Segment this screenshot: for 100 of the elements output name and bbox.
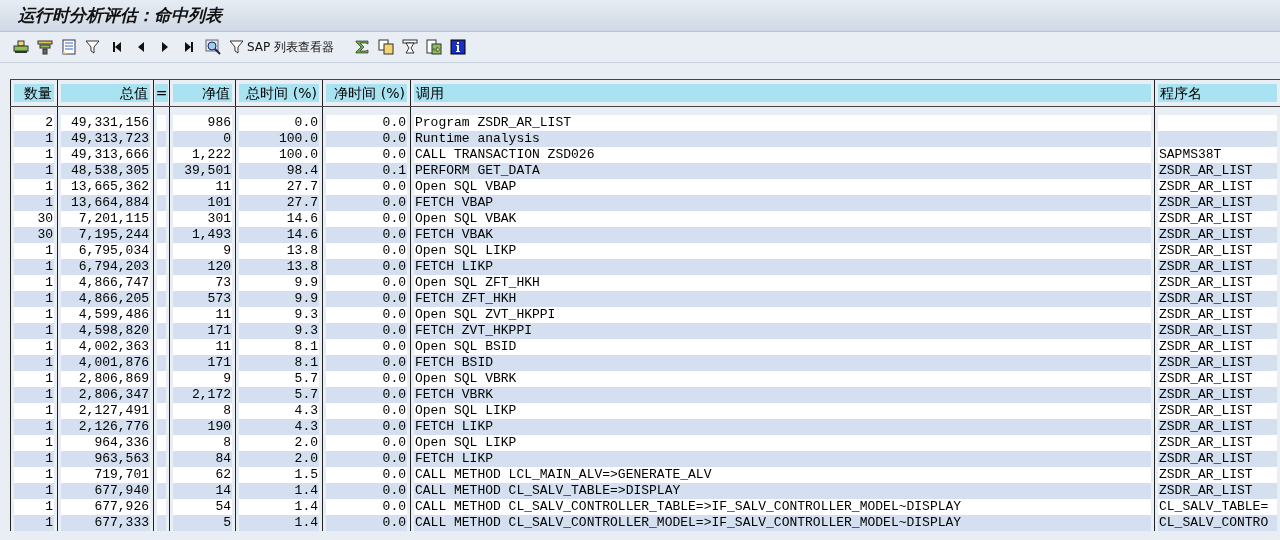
total-time-cell: 0.0 [239, 115, 319, 131]
export-icon[interactable] [425, 37, 444, 57]
program-cell: ZSDR_AR_LIST [1158, 163, 1277, 179]
net-value-cell: 573 [173, 291, 232, 307]
net-time-cell: 0.0 [326, 419, 407, 435]
call-cell: CALL METHOD CL_SALV_TABLE=>DISPLAY [414, 483, 1151, 499]
column-header: 净时间 (%) [326, 84, 407, 102]
net-time-cell: 0.0 [326, 435, 407, 451]
count-cell: 1 [14, 339, 54, 355]
net-value-cell: 84 [173, 451, 232, 467]
net-value-cell: 73 [173, 275, 232, 291]
count-cell: 1 [14, 323, 54, 339]
call-cell: Open SQL VBAP [414, 179, 1151, 195]
total-time-cell: 100.0 [239, 147, 319, 163]
call-cell: FETCH ZFT_HKH [414, 291, 1151, 307]
call-cell: FETCH VBRK [414, 387, 1151, 403]
count-cell: 1 [14, 163, 54, 179]
program-cell: ZSDR_AR_LIST [1158, 307, 1277, 323]
total-value-cell: 963,563 [61, 451, 150, 467]
total-value-cell: 13,665,362 [61, 179, 150, 195]
total-value-cell: 677,940 [61, 483, 150, 499]
net-time-cell: 0.0 [326, 291, 407, 307]
net-time-cell: 0.0 [326, 515, 407, 531]
program-cell: ZSDR_AR_LIST [1158, 179, 1277, 195]
net-value-cell: 8 [173, 403, 232, 419]
document-icon[interactable] [60, 37, 78, 57]
info-icon[interactable] [449, 37, 468, 57]
count-cell: 1 [14, 291, 54, 307]
total-time-cell: 9.9 [239, 275, 319, 291]
search-icon[interactable] [204, 37, 222, 57]
count-cell: 1 [14, 515, 54, 531]
layout-icon[interactable] [36, 37, 54, 57]
program-cell: ZSDR_AR_LIST [1158, 275, 1277, 291]
net-time-cell: 0.0 [326, 227, 407, 243]
program-cell: ZSDR_AR_LIST [1158, 291, 1277, 307]
program-cell: ZSDR_AR_LIST [1158, 339, 1277, 355]
total-time-cell: 4.3 [239, 419, 319, 435]
sigma-icon[interactable] [353, 37, 372, 57]
total-value-cell: 13,664,884 [61, 195, 150, 211]
call-cell: Open SQL ZVT_HKPPI [414, 307, 1151, 323]
column-header: = [155, 84, 168, 102]
total-time-cell: 14.6 [239, 227, 319, 243]
call-cell: Open SQL VBRK [414, 371, 1151, 387]
program-cell: ZSDR_AR_LIST [1158, 227, 1277, 243]
total-value-cell: 719,701 [61, 467, 150, 483]
count-cell: 1 [14, 307, 54, 323]
call-cell: Program ZSDR_AR_LIST [414, 115, 1151, 131]
call-cell: PERFORM GET_DATA [414, 163, 1151, 179]
call-cell: CALL TRANSACTION ZSD026 [414, 147, 1151, 163]
total-value-cell: 2,806,869 [61, 371, 150, 387]
hourglass-icon[interactable] [401, 37, 420, 57]
total-value-cell: 7,195,244 [61, 227, 150, 243]
column-header: 程序名 [1158, 84, 1277, 102]
column-header: 总时间 (%) [239, 84, 319, 102]
count-cell: 1 [14, 275, 54, 291]
call-cell: Open SQL LIKP [414, 403, 1151, 419]
net-time-cell: 0.0 [326, 499, 407, 515]
total-value-cell: 49,331,156 [61, 115, 150, 131]
total-time-cell: 1.4 [239, 515, 319, 531]
total-value-cell: 4,002,363 [61, 339, 150, 355]
net-value-cell: 171 [173, 323, 232, 339]
call-cell: Open SQL ZFT_HKH [414, 275, 1151, 291]
total-time-cell: 1.5 [239, 467, 319, 483]
total-value-cell: 6,795,034 [61, 243, 150, 259]
copy-icon[interactable] [377, 37, 396, 57]
count-cell: 1 [14, 243, 54, 259]
total-value-cell: 4,599,486 [61, 307, 150, 323]
total-time-cell: 14.6 [239, 211, 319, 227]
net-value-cell: 62 [173, 467, 232, 483]
total-value-cell: 2,127,491 [61, 403, 150, 419]
net-time-cell: 0.0 [326, 307, 407, 323]
program-cell: ZSDR_AR_LIST [1158, 483, 1277, 499]
call-cell: Open SQL LIKP [414, 435, 1151, 451]
window-title: 运行时分析评估：命中列表 [18, 4, 222, 27]
filter-icon[interactable] [84, 37, 102, 57]
call-cell: Open SQL VBAK [414, 211, 1151, 227]
total-value-cell: 4,866,205 [61, 291, 150, 307]
call-cell: FETCH BSID [414, 355, 1151, 371]
total-value-cell: 49,313,723 [61, 131, 150, 147]
count-cell: 1 [14, 371, 54, 387]
count-cell: 1 [14, 147, 54, 163]
total-time-cell: 100.0 [239, 131, 319, 147]
call-cell: FETCH LIKP [414, 259, 1151, 275]
list-viewer-button[interactable]: SAP 列表查看器 [228, 37, 336, 57]
count-cell: 1 [14, 387, 54, 403]
call-cell: CALL METHOD CL_SALV_CONTROLLER_TABLE=>IF_SALV_CONTROLLER_MODEL~DISPLAY [414, 499, 1151, 515]
program-cell: ZSDR_AR_LIST [1158, 435, 1277, 451]
net-time-cell: 0.0 [326, 243, 407, 259]
net-time-cell: 0.0 [326, 275, 407, 291]
total-time-cell: 8.1 [239, 339, 319, 355]
net-value-cell: 986 [173, 115, 232, 131]
net-value-cell: 1,493 [173, 227, 232, 243]
total-value-cell: 2,126,776 [61, 419, 150, 435]
net-value-cell: 11 [173, 179, 232, 195]
call-cell: CALL METHOD LCL_MAIN_ALV=>GENERATE_ALV [414, 467, 1151, 483]
count-cell: 1 [14, 451, 54, 467]
net-value-cell: 14 [173, 483, 232, 499]
program-cell: ZSDR_AR_LIST [1158, 211, 1277, 227]
total-time-cell: 13.8 [239, 259, 319, 275]
total-value-cell: 964,336 [61, 435, 150, 451]
